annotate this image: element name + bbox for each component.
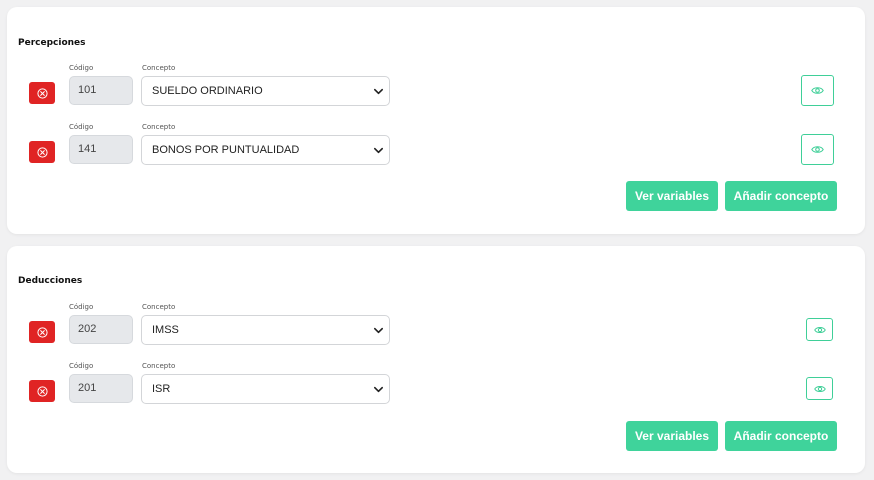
concept-select-value: IMSS <box>152 324 179 336</box>
concept-select[interactable]: SUELDO ORDINARIO <box>141 76 390 106</box>
concept-select[interactable]: ISR <box>141 374 390 404</box>
chevron-down-icon <box>374 88 383 95</box>
concept-row: Código Concepto 101 SUELDO ORDINARIO <box>7 64 865 110</box>
code-field[interactable]: 202 <box>69 315 133 344</box>
deducciones-card: Deducciones Código Concepto 202 IMSS Cód… <box>7 246 865 473</box>
view-concept-button[interactable] <box>806 377 833 400</box>
chevron-down-icon <box>374 327 383 334</box>
concept-select-value: BONOS POR PUNTUALIDAD <box>152 144 300 156</box>
chevron-down-icon <box>374 147 383 154</box>
x-circle-icon <box>36 326 48 338</box>
code-label: Código <box>69 362 94 370</box>
remove-row-button[interactable] <box>29 82 55 104</box>
percepciones-card: Percepciones Código Concepto 101 SUELDO … <box>7 7 865 234</box>
code-field[interactable]: 201 <box>69 374 133 403</box>
concept-row: Código Concepto 202 IMSS <box>7 303 865 349</box>
x-circle-icon <box>36 385 48 397</box>
code-field[interactable]: 141 <box>69 135 133 164</box>
concept-row: Código Concepto 141 BONOS POR PUNTUALIDA… <box>7 123 865 169</box>
eye-icon <box>811 146 824 153</box>
section-title: Deducciones <box>18 276 83 286</box>
concept-row: Código Concepto 201 ISR <box>7 362 865 408</box>
concept-select-value: ISR <box>152 383 171 395</box>
concept-label: Concepto <box>142 64 176 72</box>
remove-row-button[interactable] <box>29 321 55 343</box>
code-label: Código <box>69 64 94 72</box>
concept-select-value: SUELDO ORDINARIO <box>152 85 263 97</box>
view-concept-button[interactable] <box>806 318 833 341</box>
add-concept-button[interactable]: Añadir concepto <box>725 421 837 451</box>
code-label: Código <box>69 123 94 131</box>
code-label: Código <box>69 303 94 311</box>
concept-label: Concepto <box>142 362 176 370</box>
x-circle-icon <box>36 87 48 99</box>
ver-variables-button[interactable]: Ver variables <box>626 421 718 451</box>
remove-row-button[interactable] <box>29 141 55 163</box>
add-concept-button[interactable]: Añadir concepto <box>725 181 837 211</box>
eye-icon <box>813 385 826 392</box>
view-concept-button[interactable] <box>801 134 834 165</box>
x-circle-icon <box>36 146 48 158</box>
section-title: Percepciones <box>18 38 86 48</box>
chevron-down-icon <box>374 386 383 393</box>
ver-variables-button[interactable]: Ver variables <box>626 181 718 211</box>
concept-select[interactable]: BONOS POR PUNTUALIDAD <box>141 135 390 165</box>
eye-icon <box>813 326 826 333</box>
code-field[interactable]: 101 <box>69 76 133 105</box>
concept-label: Concepto <box>142 123 176 131</box>
remove-row-button[interactable] <box>29 380 55 402</box>
concept-label: Concepto <box>142 303 176 311</box>
eye-icon <box>811 87 824 94</box>
view-concept-button[interactable] <box>801 75 834 106</box>
concept-select[interactable]: IMSS <box>141 315 390 345</box>
